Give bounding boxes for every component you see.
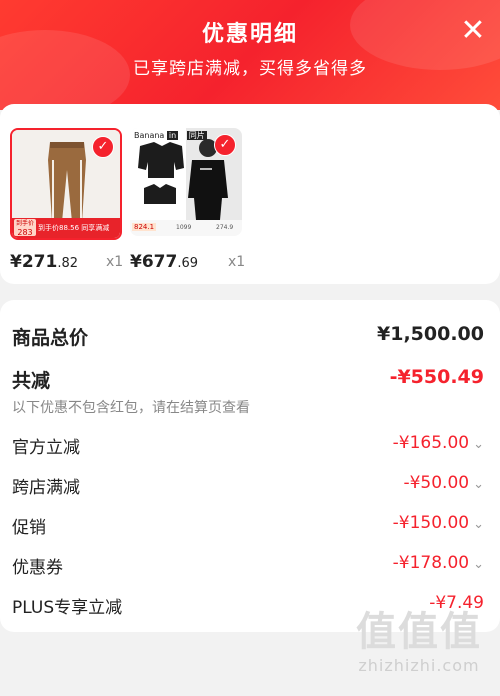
thumb-price-3: 274.9 xyxy=(216,224,234,231)
watermark: 值值值 zhizhizhi.com xyxy=(344,608,494,688)
chevron-down-icon[interactable]: ⌄ xyxy=(473,517,484,532)
close-icon[interactable]: ✕ xyxy=(458,16,488,46)
total-discount-value: -¥550.49 xyxy=(389,366,484,388)
discount-note: 以下优惠不包含红包，请在结算页查看 xyxy=(12,400,250,416)
thumb-badge-price: 283 xyxy=(17,228,33,237)
discount-item-value: -¥150.00 ⌄ xyxy=(393,513,484,533)
total-price-label: 商品总价 xyxy=(12,327,89,349)
total-price-value: ¥1,500.00 xyxy=(377,323,484,345)
total-discount-label: 共减 xyxy=(12,370,51,392)
price-cents: .82 xyxy=(57,256,79,271)
watermark-url: zhizhizhi.com xyxy=(358,656,480,675)
thumb-brand-tag: 同片 xyxy=(186,131,207,140)
discount-item-label: 促销 xyxy=(12,518,46,538)
product-quantity: x1 xyxy=(106,254,124,270)
page-title: 优惠明细 xyxy=(201,22,298,47)
product-price: ¥677.69 xyxy=(130,252,198,272)
selected-check-icon[interactable]: ✓ xyxy=(214,134,236,156)
chevron-down-icon[interactable]: ⌄ xyxy=(473,557,484,572)
product-quantity: x1 xyxy=(228,254,246,270)
page-subtitle: 已享跨店满减，买得多省得多 xyxy=(133,59,367,79)
product-thumbnail[interactable]: ✓ Banana in 同片 824.1 1099 274.9 xyxy=(130,128,242,236)
thumb-price: 824.1 xyxy=(132,223,157,231)
chevron-down-icon[interactable]: ⌄ xyxy=(473,437,484,452)
header: 优惠明细 已享跨店满减，买得多省得多 ✕ xyxy=(0,0,500,110)
price-summary: 商品总价 ¥1,500.00 共减 -¥550.49 以下优惠不包含红包，请在结… xyxy=(0,300,500,632)
discount-item-value: -¥165.00 ⌄ xyxy=(393,433,484,453)
discount-item-label: PLUS专享立减 xyxy=(12,598,123,618)
thumb-brand-suffix: in xyxy=(166,131,179,140)
selected-check-icon[interactable]: ✓ xyxy=(92,136,114,158)
thumb-price-2: 1099 xyxy=(176,224,192,231)
discount-item-label: 跨店满减 xyxy=(12,478,80,498)
watermark-logo: 值值值 xyxy=(356,609,482,655)
discount-amount: -¥178.00 xyxy=(392,553,470,573)
product-item[interactable]: ✓ Banana in 同片 824.1 1099 274.9 ¥677.69 … xyxy=(130,128,245,272)
price-main: ¥677 xyxy=(130,252,178,272)
product-item[interactable]: ✓ 到手价 283 到手价88.56 同享满减 ¥271.82 x1 xyxy=(10,128,123,272)
product-thumbnail[interactable]: ✓ 到手价 283 到手价88.56 同享满减 xyxy=(10,128,122,240)
thumb-tag: 到手价88.56 同享满减 xyxy=(38,224,110,232)
discount-amount: -¥150.00 xyxy=(392,513,470,533)
price-cents: .69 xyxy=(177,256,199,271)
discount-amount: -¥165.00 xyxy=(392,433,470,453)
chevron-down-icon[interactable]: ⌄ xyxy=(473,477,484,492)
thumb-brand-name: Banana xyxy=(134,131,165,140)
discount-item-value: -¥178.00 ⌄ xyxy=(393,553,484,573)
product-list: ✓ 到手价 283 到手价88.56 同享满减 ¥271.82 x1 ✓ Ban… xyxy=(0,104,500,284)
thumb-price-badge: 到手价 283 xyxy=(14,219,36,237)
product-price: ¥271.82 xyxy=(10,252,78,272)
price-main: ¥271 xyxy=(10,252,58,272)
thumb-brand: Banana in 同片 xyxy=(134,130,207,141)
discount-item-label: 优惠券 xyxy=(12,558,63,578)
thumb-badge-text: 到手价 xyxy=(15,220,34,227)
discount-item-label: 官方立减 xyxy=(12,438,80,458)
discount-item-value: -¥50.00 ⌄ xyxy=(403,473,484,493)
discount-amount: -¥50.00 xyxy=(403,473,470,493)
